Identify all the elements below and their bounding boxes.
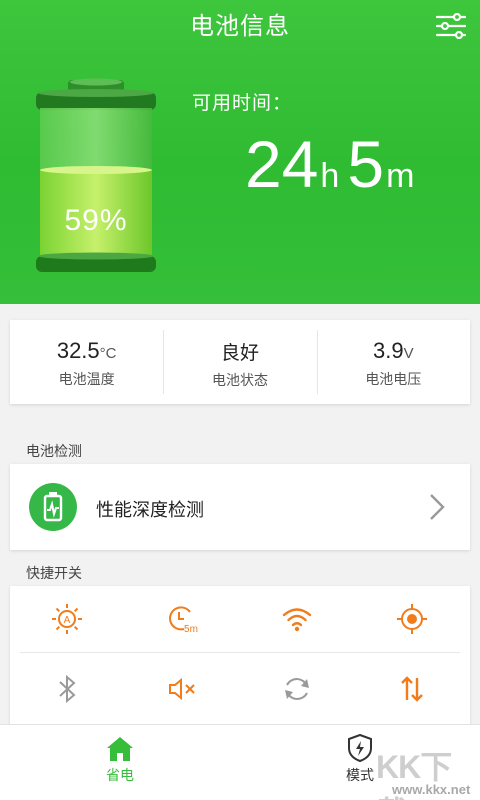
page-title: 电池信息 xyxy=(190,12,290,40)
status-label: 电池状态 xyxy=(211,373,268,389)
wifi-icon[interactable] xyxy=(277,599,317,639)
battery-stats-card: 32.5°C 电池温度 良好 电池状态 3.9V 电池电压 xyxy=(10,320,470,404)
timeout-badge: 5m xyxy=(184,624,198,635)
gps-icon[interactable] xyxy=(392,599,432,639)
auto-brightness-icon[interactable]: A xyxy=(47,599,87,639)
stat-temperature: 32.5°C 电池温度 xyxy=(10,320,163,404)
temperature-value: 32.5 xyxy=(56,338,100,363)
screen-timeout-icon[interactable]: 5m xyxy=(162,599,202,639)
stat-status: 良好 电池状态 xyxy=(163,320,316,404)
hours-unit: h xyxy=(320,157,340,195)
status-value: 良好 xyxy=(220,342,259,364)
minutes-unit: m xyxy=(386,157,415,195)
voltage-label: 电池电压 xyxy=(365,372,422,388)
performance-detection-item[interactable]: 性能深度检测 xyxy=(10,464,470,550)
temperature-unit: °C xyxy=(99,345,117,362)
quick-switch-card: A 5m xyxy=(10,586,470,736)
battery-percent: 59% xyxy=(64,204,128,237)
voltage-value: 3.9 xyxy=(373,338,404,363)
battery-check-icon xyxy=(29,483,77,531)
voltage-unit: V xyxy=(403,345,414,362)
nav-power-saving[interactable]: 省电 xyxy=(60,725,180,800)
svg-text:A: A xyxy=(64,615,71,626)
header-banner: 电池信息 59% 可用时间： 24h 5m xyxy=(0,0,480,304)
hours-value: 24 xyxy=(245,127,319,201)
temperature-label: 电池温度 xyxy=(58,372,115,388)
bluetooth-icon[interactable] xyxy=(47,669,87,709)
watermark-url: www.kkx.net xyxy=(392,782,471,797)
stat-voltage: 3.9V 电池电压 xyxy=(316,320,470,404)
home-icon xyxy=(107,737,133,761)
minutes-value: 5 xyxy=(347,127,385,201)
mobile-data-icon[interactable] xyxy=(392,669,432,709)
battery-icon xyxy=(36,78,156,272)
detection-section-label: 电池检测 xyxy=(26,444,82,460)
quick-switch-section-label: 快捷开关 xyxy=(26,566,82,582)
mute-icon[interactable] xyxy=(162,669,202,709)
shield-bolt-icon xyxy=(348,733,372,763)
nav-label-power-saving: 省电 xyxy=(106,768,134,784)
chevron-right-icon xyxy=(430,494,445,520)
available-time-value: 24h 5m xyxy=(245,128,422,200)
auto-rotate-icon[interactable] xyxy=(277,669,317,709)
available-time-label: 可用时间： xyxy=(192,92,293,114)
settings-sliders-icon[interactable] xyxy=(436,13,466,39)
divider xyxy=(20,652,460,653)
detection-label: 性能深度检测 xyxy=(96,500,204,521)
